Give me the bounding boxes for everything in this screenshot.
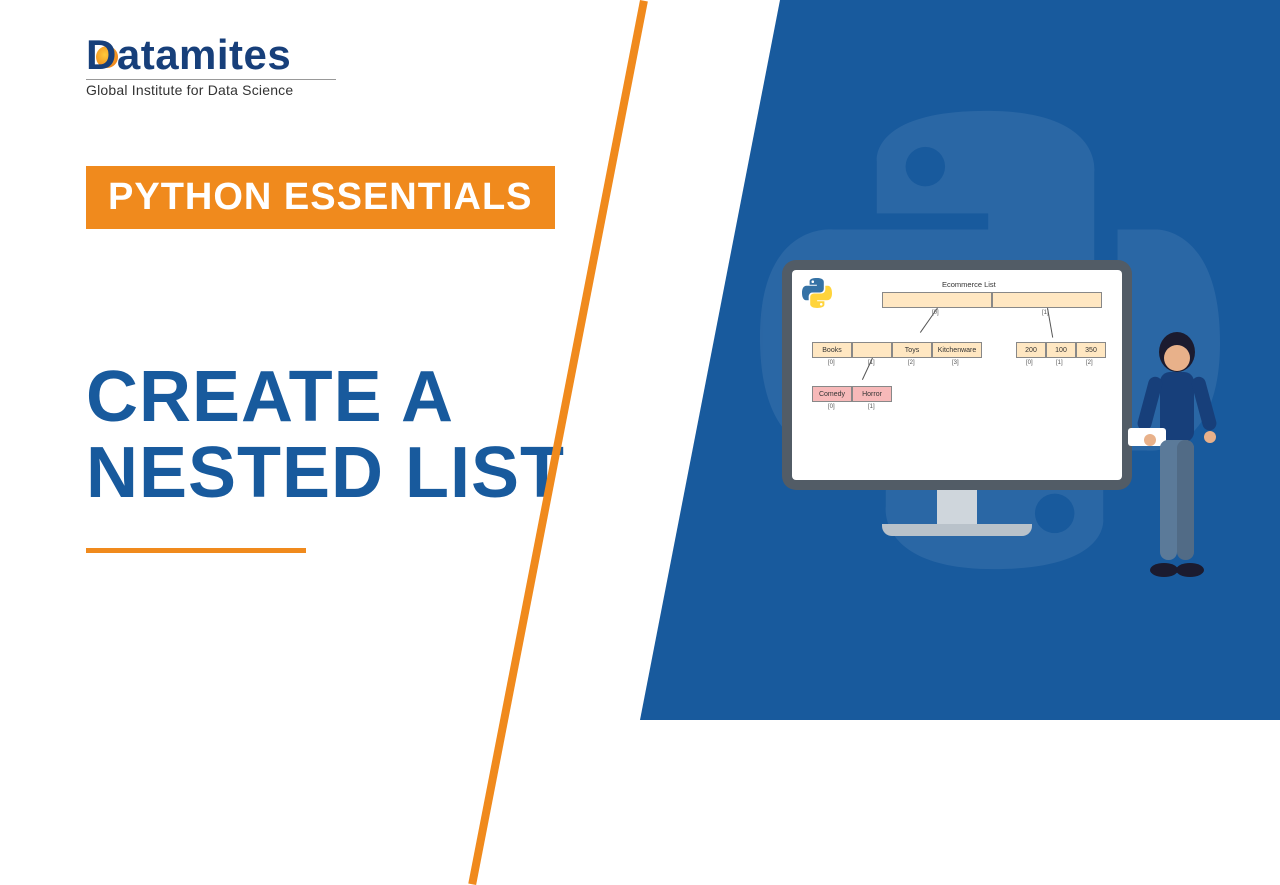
arrow bbox=[920, 308, 938, 333]
genre-cell-0: Comedy bbox=[812, 386, 852, 402]
cat-cell-0: Books bbox=[812, 342, 852, 358]
cat-idx-0: [0] bbox=[828, 360, 835, 366]
num-idx-0: [0] bbox=[1026, 360, 1033, 366]
title-line-1: CREATE A bbox=[86, 360, 565, 436]
num-cell-1: 100 bbox=[1046, 342, 1076, 358]
category-badge: PYTHON ESSENTIALS bbox=[86, 166, 555, 229]
cat-idx-2: [2] bbox=[908, 360, 915, 366]
num-cell-0: 200 bbox=[1016, 342, 1046, 358]
monitor-screen: Ecommerce List [0] [1] Books Toys Kitche… bbox=[792, 270, 1122, 480]
arrow bbox=[1047, 308, 1053, 338]
title-line-2: NESTED LIST bbox=[86, 436, 565, 512]
cat-cell-3: Kitchenware bbox=[932, 342, 982, 358]
diagram-title: Ecommerce List bbox=[942, 280, 996, 289]
num-cell-2: 350 bbox=[1076, 342, 1106, 358]
cat-cell-2: Toys bbox=[892, 342, 932, 358]
genre-idx-0: [0] bbox=[828, 404, 835, 410]
cat-cell-1 bbox=[852, 342, 892, 358]
genre-idx-1: [1] bbox=[868, 404, 875, 410]
root-cell-0 bbox=[882, 292, 992, 308]
root-cell-1 bbox=[992, 292, 1102, 308]
slide-title: CREATE A NESTED LIST bbox=[86, 360, 565, 511]
cat-idx-3: [3] bbox=[952, 360, 959, 366]
genre-cell-1: Horror bbox=[852, 386, 892, 402]
num-idx-2: [2] bbox=[1086, 360, 1093, 366]
monitor-bezel: Ecommerce List [0] [1] Books Toys Kitche… bbox=[782, 260, 1132, 490]
person-illustration bbox=[1122, 322, 1232, 622]
brand-logo: Datamites Global Institute for Data Scie… bbox=[86, 34, 336, 98]
python-icon bbox=[802, 278, 832, 308]
monitor-base bbox=[882, 524, 1032, 536]
brand-tagline: Global Institute for Data Science bbox=[86, 82, 336, 98]
brand-name-tail: atamites bbox=[117, 31, 291, 78]
title-underline bbox=[86, 548, 306, 553]
monitor-neck bbox=[937, 490, 977, 524]
num-idx-1: [1] bbox=[1056, 360, 1063, 366]
monitor-illustration: Ecommerce List [0] [1] Books Toys Kitche… bbox=[782, 260, 1132, 536]
